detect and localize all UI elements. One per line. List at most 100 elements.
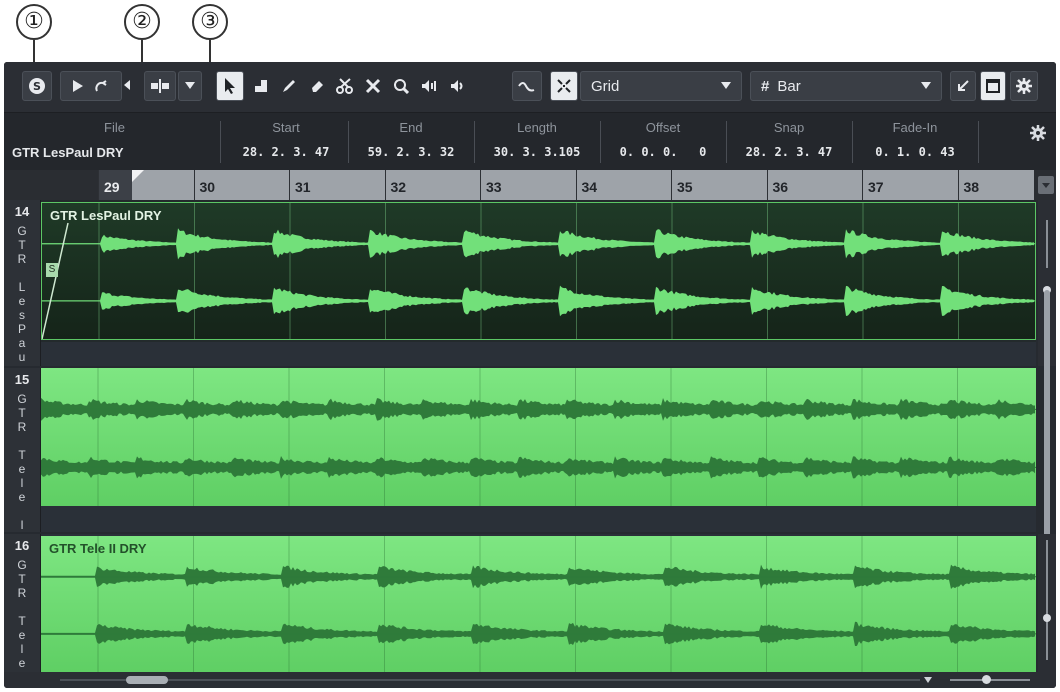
vertical-zoom-slider[interactable]: [1046, 220, 1048, 268]
offset-header: Offset: [645, 120, 681, 135]
info-offset[interactable]: Offset 0. 0. 0. 0: [602, 113, 724, 171]
info-fade-in[interactable]: Fade-In 0. 1. 0. 43: [854, 113, 976, 171]
snap-toggle-button[interactable]: [550, 71, 578, 101]
range-tool[interactable]: [248, 71, 274, 101]
info-snap[interactable]: Snap 28. 2. 3. 47: [728, 113, 850, 171]
transport-group: [60, 71, 122, 101]
ruler[interactable]: 29 30 31 32 33 34 35 36 37 38: [4, 170, 1056, 200]
event-gtr-lespaul[interactable]: GTR LesPaul DRY S: [41, 202, 1036, 340]
info-end[interactable]: End 59. 2. 3. 32: [350, 113, 472, 171]
snap-header: Snap: [773, 120, 805, 135]
horizontal-zoom-menu-icon[interactable]: [924, 677, 932, 683]
speaker-tool[interactable]: [444, 71, 470, 101]
window-layout-icon: [986, 79, 1000, 93]
offset-value: 0. 0. 0. 0: [619, 145, 707, 159]
toolbar-settings-button[interactable]: [1010, 71, 1038, 101]
part-tool-dropdown[interactable]: [178, 71, 202, 101]
gear-icon: [1030, 125, 1046, 141]
ruler-bar-number: 37: [868, 179, 884, 195]
event-gtr-tele-ii[interactable]: GTR Tele II DRY: [41, 536, 1036, 672]
ruler-bar-number: 36: [772, 179, 789, 195]
callout-3: ③: [192, 4, 228, 40]
fade-in-header: Fade-In: [892, 120, 938, 135]
track-header-14[interactable]: 14 G T R L e s P a u: [4, 200, 41, 366]
split-tool[interactable]: [332, 71, 358, 101]
info-start[interactable]: Start 28. 2. 3. 47: [226, 113, 346, 171]
file-value[interactable]: GTR LesPaul DRY: [12, 145, 123, 160]
info-separator: [220, 121, 221, 163]
erase-tool[interactable]: [304, 71, 330, 101]
info-separator: [348, 121, 349, 163]
ruler-bar-tick: [289, 170, 290, 200]
track-header-15[interactable]: 15 G T R T e l e I: [4, 368, 41, 532]
play-icon[interactable]: [72, 79, 84, 93]
transport-expand-icon[interactable]: [124, 80, 130, 90]
chevron-down-icon: [921, 82, 931, 89]
horizontal-scroll-track[interactable]: [60, 679, 920, 681]
audition-tool[interactable]: [416, 71, 442, 101]
draw-tool[interactable]: [276, 71, 302, 101]
waveform-display[interactable]: 14 G T R L e s P a u 15 G T R T e l e I …: [4, 200, 1056, 672]
snap-value: 28. 2. 3. 47: [745, 145, 833, 159]
object-selection-tool[interactable]: [216, 71, 244, 101]
track-name: G T R L e s P a u: [17, 224, 27, 364]
snap-type-dropdown[interactable]: Grid: [580, 71, 742, 101]
callout-2: ②: [124, 4, 160, 40]
ruler-bar-number: 30: [199, 179, 216, 195]
vertical-zoom-slider[interactable]: [1046, 540, 1048, 660]
ruler-bar-tick: [384, 170, 386, 200]
chevron-down-icon: [185, 82, 195, 89]
start-value: 28. 2. 3. 47: [242, 145, 330, 159]
window-layout-button[interactable]: [980, 71, 1006, 101]
vertical-scrollbar[interactable]: [1038, 290, 1056, 570]
lane-15[interactable]: [41, 368, 1036, 532]
ruler-bar-number: 34: [581, 179, 598, 195]
arrow-down-left-icon: [958, 80, 969, 91]
speaker-icon: [451, 80, 463, 92]
open-in-window-button[interactable]: [950, 71, 976, 101]
vertical-scroll-thumb[interactable]: [1044, 290, 1050, 570]
length-value: 30. 3. 3.105: [493, 145, 581, 159]
toolbar: S Grid # Bar: [4, 62, 1056, 112]
waveform: [41, 536, 1036, 672]
zoom-tool[interactable]: [388, 71, 414, 101]
lane-16[interactable]: GTR Tele II DRY: [41, 534, 1036, 672]
info-separator: [726, 121, 727, 163]
horizontal-scroll-thumb[interactable]: [126, 676, 168, 684]
ruler-bar-area[interactable]: [98, 170, 1034, 200]
horizontal-zoom-handle[interactable]: [982, 675, 991, 684]
grid-type-value: Bar: [777, 77, 801, 95]
track-name: G T R T e l e: [17, 558, 27, 670]
lane-14[interactable]: GTR LesPaul DRY S: [41, 200, 1036, 366]
ruler-bar-tick: [98, 170, 99, 200]
ruler-bar-tick: [480, 170, 481, 200]
pencil-icon: [283, 80, 295, 92]
auto-scroll-button[interactable]: [512, 71, 542, 101]
ruler-bar-number: 38: [963, 179, 980, 195]
vertical-zoom-handle[interactable]: [1043, 614, 1051, 622]
track-number: 15: [14, 372, 30, 387]
info-separator: [852, 121, 853, 163]
track-header-16[interactable]: 16 G T R T e l e: [4, 534, 41, 672]
scissors-icon: [336, 78, 353, 94]
solo-button[interactable]: S: [22, 71, 52, 101]
ruler-menu-button[interactable]: [1038, 176, 1054, 194]
horizontal-scrollbar-area: [4, 672, 1056, 688]
arrow-pointer-icon: [225, 78, 235, 94]
event-name: GTR LesPaul DRY: [50, 208, 162, 223]
track-number: 14: [14, 204, 30, 219]
part-tool-button[interactable]: [144, 71, 176, 101]
snap-magnet-icon: [557, 79, 571, 93]
waveform: [41, 368, 1036, 506]
event-gtr-tele[interactable]: [41, 368, 1036, 506]
info-line-settings-button[interactable]: [1030, 125, 1046, 145]
info-separator: [474, 121, 475, 163]
start-marker-icon[interactable]: [132, 170, 144, 182]
ruler-bar-number: 31: [295, 179, 311, 195]
close-x-icon: [365, 78, 381, 94]
info-length[interactable]: Length 30. 3. 3.105: [476, 113, 598, 171]
loop-icon[interactable]: [94, 79, 110, 93]
grid-type-dropdown[interactable]: # Bar: [750, 71, 942, 101]
track-name: G T R T e l e I: [17, 392, 27, 532]
mute-tool[interactable]: [360, 71, 386, 101]
